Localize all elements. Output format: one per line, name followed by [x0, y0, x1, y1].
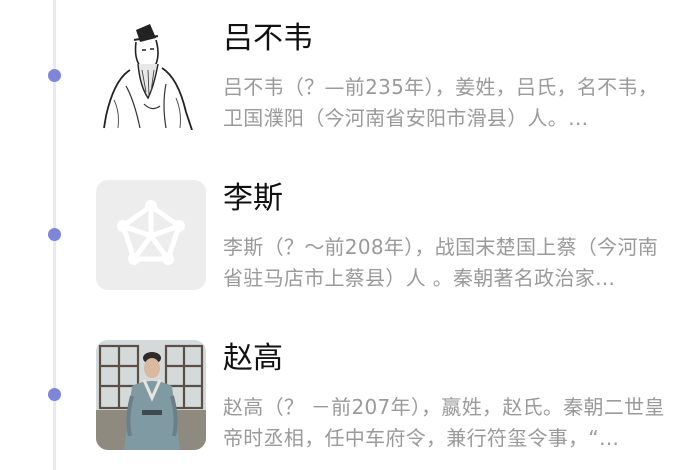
costumed-figure-photo-icon	[96, 340, 206, 450]
portrait-line-drawing-icon	[103, 24, 193, 130]
photo-image[interactable]	[96, 340, 206, 450]
timeline-dot	[48, 69, 61, 82]
person-card-lu-buwei[interactable]: 吕不韦 吕不韦（？—前235年），姜姓，吕氏，名不韦，卫国濮阳（今河南省安阳市滑…	[96, 20, 686, 140]
portrait-image[interactable]	[96, 20, 206, 130]
person-name[interactable]: 赵高	[223, 344, 283, 374]
person-description: 赵高（？ －前207年），嬴姓，赵氏。秦朝二世皇帝时丞相，任中车府令，兼行符玺令…	[223, 395, 665, 450]
placeholder-image[interactable]	[96, 180, 206, 290]
person-name[interactable]: 李斯	[223, 184, 283, 214]
person-description: 吕不韦（？—前235年），姜姓，吕氏，名不韦，卫国濮阳（今河南省安阳市滑县）人。…	[223, 75, 659, 130]
person-card-li-si[interactable]: 李斯 李斯（？～前208年），战国末楚国上蔡（今河南省驻马店市上蔡县）人 。秦朝…	[96, 180, 686, 300]
person-name[interactable]: 吕不韦	[223, 24, 313, 54]
person-description: 李斯（？～前208年），战国末楚国上蔡（今河南省驻马店市上蔡县）人 。秦朝著名政…	[223, 235, 659, 290]
timeline-dot	[48, 228, 61, 241]
timeline-dot	[48, 388, 61, 401]
star-network-icon	[117, 200, 185, 265]
person-card-zhao-gao[interactable]: 赵高 赵高（？ －前207年），嬴姓，赵氏。秦朝二世皇帝时丞相，任中车府令，兼行…	[96, 340, 686, 460]
